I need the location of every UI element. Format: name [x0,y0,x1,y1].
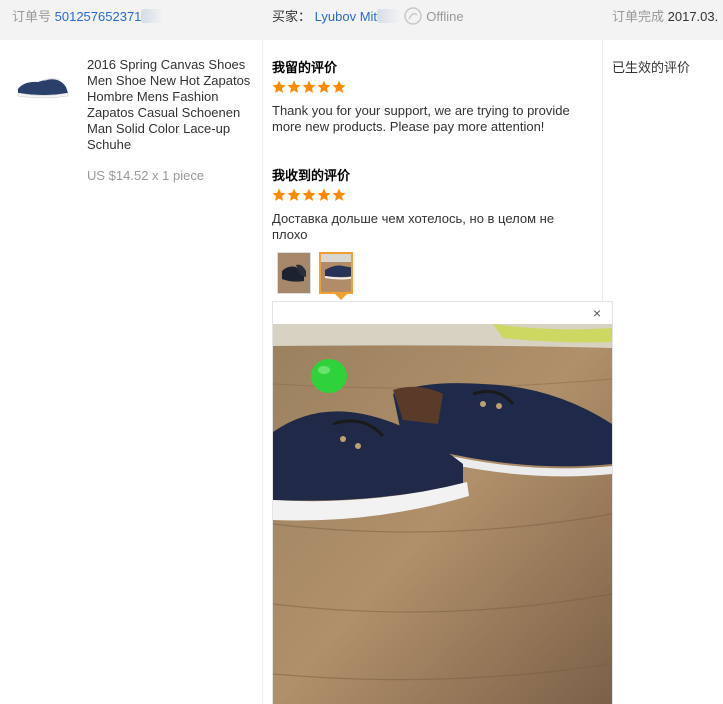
my-review-heading: 我留的评价 [272,61,338,76]
star-icon [332,80,346,93]
product-thumbnail[interactable] [14,73,70,101]
completed-label: 订单完成 [612,9,665,24]
my-review-text: Thank you for your support, we are tryin… [272,103,570,134]
product-price: US $14.52 x 1 piece [87,168,205,183]
buyer-label: 买家： [272,9,312,24]
product-title-link[interactable]: 2016 Spring Canvas Shoes Men Shoe New Ho… [87,57,257,153]
order-number-link[interactable]: 501257652371 [55,9,142,24]
review-photo-large [273,324,612,704]
offline-status-icon [403,7,422,25]
my-review-stars [272,80,346,96]
star-icon [317,80,331,93]
shoe-photo-icon [321,254,351,292]
review-photo-thumb-2[interactable] [319,252,353,294]
star-icon [272,80,286,93]
buyer-status: Offline [426,9,464,24]
review-status: 已生效的评价 [612,60,691,75]
star-icon [272,188,286,201]
star-icon [317,188,331,201]
star-icon [332,188,346,201]
photo-viewer: × [272,301,613,704]
star-icon [302,80,316,93]
order-number-group: 订单号 501257652371 [12,0,164,40]
completed-group: 订单完成 2017.03. [612,0,718,40]
close-icon[interactable]: × [590,306,604,320]
order-header: 订单号 501257652371 买家： Lyubov Mit Offline … [0,0,723,40]
column-divider [262,40,263,704]
star-icon [287,188,301,201]
review-photo-thumb-1[interactable] [277,252,311,294]
buyer-group: 买家： Lyubov Mit Offline [272,0,464,40]
star-icon [287,80,301,93]
received-review-heading: 我收到的评价 [272,169,351,184]
received-review-stars [272,188,346,204]
completed-date: 2017.03. [667,9,719,24]
active-thumb-indicator [334,293,348,300]
buyer-name-link[interactable]: Lyubov Mit [315,9,377,24]
order-number-label: 订单号 [12,9,52,24]
redaction-blur [141,9,164,23]
received-review-text: Доставка дольше чем хотелось, но в целом… [272,211,555,242]
shoes-on-floor-photo [273,324,612,704]
star-icon [302,188,316,201]
redaction-blur [377,9,400,23]
shoe-photo-icon [278,253,310,293]
